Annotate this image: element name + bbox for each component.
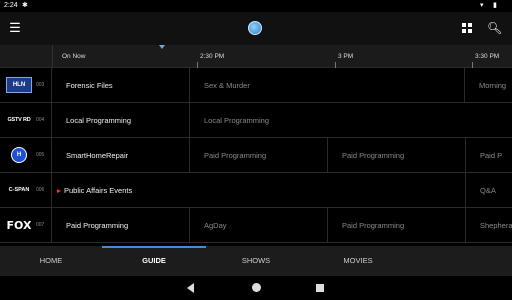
app-bar: ☰ 🔍︎ xyxy=(0,12,512,45)
channel-cell[interactable]: FOX 007 xyxy=(0,208,52,243)
program-cell[interactable]: Paid Programming xyxy=(328,138,466,173)
channel-cell[interactable]: HLN 003 xyxy=(0,68,52,103)
channel-cell[interactable]: C-SPAN 006 xyxy=(0,173,52,208)
program-cell[interactable]: Local Programming xyxy=(52,103,190,138)
bottom-tab-bar: HOME GUIDE SHOWS MOVIES xyxy=(0,246,512,276)
home-icon[interactable] xyxy=(252,283,261,292)
program-cell[interactable]: AgDay xyxy=(190,208,328,243)
time-header: On Now 2:30 PM 3 PM 3:30 PM xyxy=(0,45,512,68)
back-icon[interactable] xyxy=(187,283,194,293)
channel-logo: HLN xyxy=(6,77,32,93)
program-guide: HLN 003 Forensic Files Sex & Murder Morn… xyxy=(0,68,512,246)
program-cell[interactable]: Local Programming xyxy=(190,103,512,138)
channel-number: 003 xyxy=(36,82,45,88)
program-cell[interactable]: Shephera xyxy=(466,208,512,243)
channel-logo: C-SPAN xyxy=(8,187,30,193)
menu-icon[interactable]: ☰ xyxy=(8,21,22,35)
time-slot-3: 3 PM xyxy=(338,53,354,60)
program-cell[interactable]: Paid Programming xyxy=(328,208,466,243)
notification-icon: ✱ xyxy=(22,2,28,9)
channel-number: 004 xyxy=(36,117,45,123)
current-time-marker xyxy=(159,45,165,49)
channel-row: H 005 SmartHomeRepair Paid Programming P… xyxy=(0,138,512,173)
search-icon[interactable]: 🔍︎ xyxy=(487,21,502,35)
channel-cell[interactable]: GSTV RD 004 xyxy=(0,103,52,138)
tab-movies[interactable]: MOVIES xyxy=(306,246,410,276)
channel-row: FOX 007 Paid Programming AgDay Paid Prog… xyxy=(0,208,512,243)
channel-number: 007 xyxy=(36,222,45,228)
program-cell[interactable]: Forensic Files xyxy=(52,68,190,103)
channel-row: HLN 003 Forensic Files Sex & Murder Morn… xyxy=(0,68,512,103)
tab-guide[interactable]: GUIDE xyxy=(102,246,206,276)
program-cell[interactable]: Public Affairs Events xyxy=(52,173,466,208)
recents-icon[interactable] xyxy=(316,284,324,292)
channel-row: C-SPAN 006 Public Affairs Events Q&A xyxy=(0,173,512,208)
live-indicator-icon xyxy=(57,189,61,194)
channel-number: 005 xyxy=(36,152,45,158)
grid-view-icon[interactable] xyxy=(462,23,473,34)
program-cell[interactable]: Paid P xyxy=(466,138,512,173)
program-cell[interactable]: Morning xyxy=(465,68,512,103)
time-slot-230: 2:30 PM xyxy=(200,53,225,60)
status-bar: 2:24 ✱ ▾ ▮ xyxy=(0,0,512,12)
program-cell[interactable]: SmartHomeRepair xyxy=(52,138,190,173)
battery-icon: ▮ xyxy=(493,2,497,9)
status-time: 2:24 xyxy=(4,2,18,9)
program-cell[interactable]: Sex & Murder xyxy=(190,68,465,103)
channel-cell[interactable]: H 005 xyxy=(0,138,52,173)
channel-logo: FOX xyxy=(6,218,32,232)
app-logo-icon xyxy=(248,21,262,35)
time-slot-on-now: On Now xyxy=(62,53,86,60)
channel-logo: H xyxy=(11,147,27,163)
program-cell[interactable]: Q&A xyxy=(466,173,512,208)
channel-logo: GSTV RD xyxy=(7,117,31,123)
system-nav-bar xyxy=(0,276,512,300)
tab-home[interactable]: HOME xyxy=(0,246,102,276)
channel-row: GSTV RD 004 Local Programming Local Prog… xyxy=(0,103,512,138)
wifi-icon: ▾ xyxy=(480,2,484,9)
divider xyxy=(52,45,53,68)
tab-shows[interactable]: SHOWS xyxy=(206,246,306,276)
channel-number: 006 xyxy=(36,187,45,193)
program-title: Public Affairs Events xyxy=(64,186,133,195)
time-slot-330: 3:30 PM xyxy=(475,53,500,60)
program-cell[interactable]: Paid Programming xyxy=(52,208,190,243)
program-cell[interactable]: Paid Programming xyxy=(190,138,328,173)
